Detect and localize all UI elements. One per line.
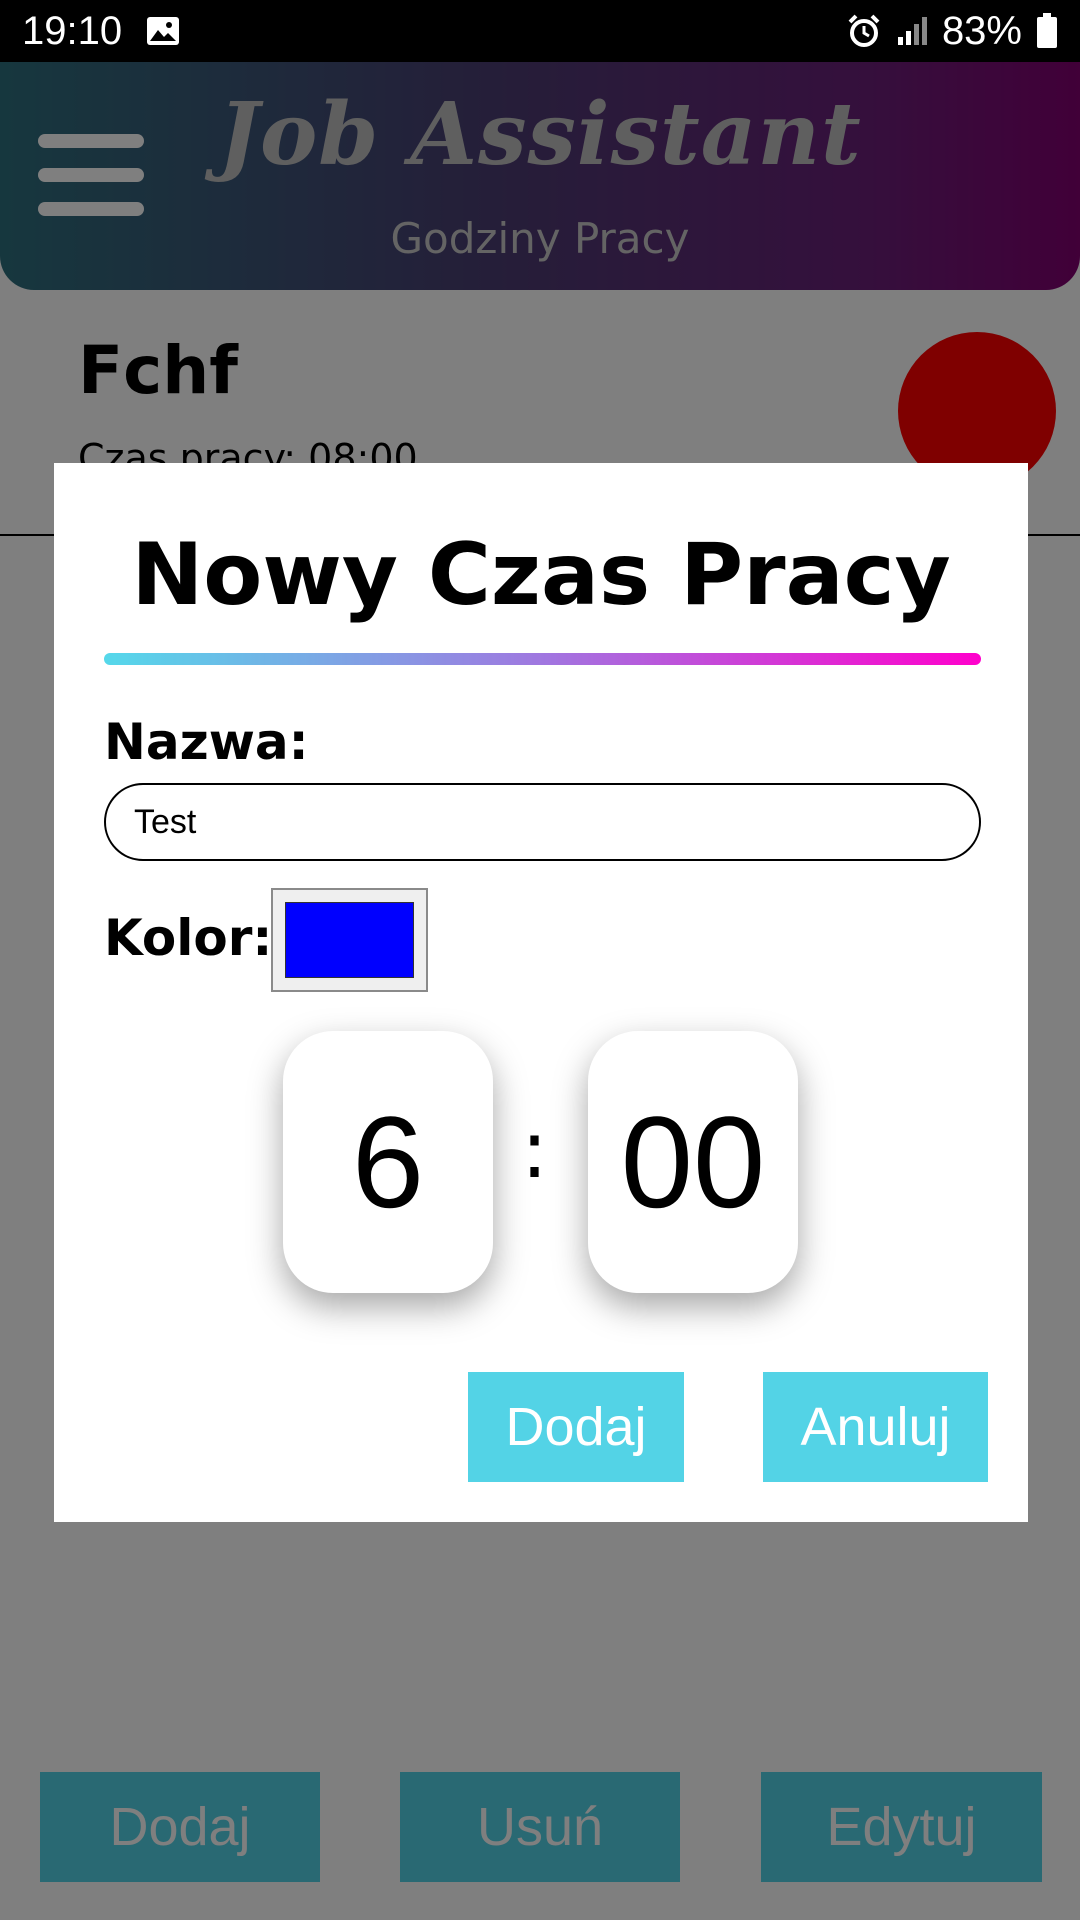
color-label: Kolor: <box>104 909 273 967</box>
color-swatch-fill <box>285 902 414 978</box>
name-label: Nazwa: <box>104 713 309 771</box>
dialog-add-button[interactable]: Dodaj <box>468 1372 684 1482</box>
image-icon <box>146 16 180 46</box>
battery-icon <box>1036 13 1058 49</box>
name-input[interactable] <box>104 783 981 861</box>
dialog-cancel-button[interactable]: Anuluj <box>763 1372 988 1482</box>
hours-picker[interactable]: 6 <box>283 1031 493 1293</box>
minutes-picker[interactable]: 00 <box>588 1031 798 1293</box>
dialog-title: Nowy Czas Pracy <box>131 525 951 625</box>
screen: 19:10 83% Job Assistant Godziny Pracy <box>0 0 1080 1920</box>
alarm-icon <box>846 13 882 49</box>
signal-icon <box>896 15 928 47</box>
title-divider <box>104 653 981 665</box>
battery-percent: 83% <box>941 8 1022 53</box>
color-picker[interactable] <box>271 888 428 992</box>
status-time: 19:10 <box>22 8 123 53</box>
status-bar: 19:10 83% <box>0 0 1080 62</box>
time-separator: : <box>521 1103 548 1196</box>
new-work-time-dialog: Nowy Czas Pracy Nazwa: Kolor: 6 : 00 Dod… <box>54 463 1028 1522</box>
